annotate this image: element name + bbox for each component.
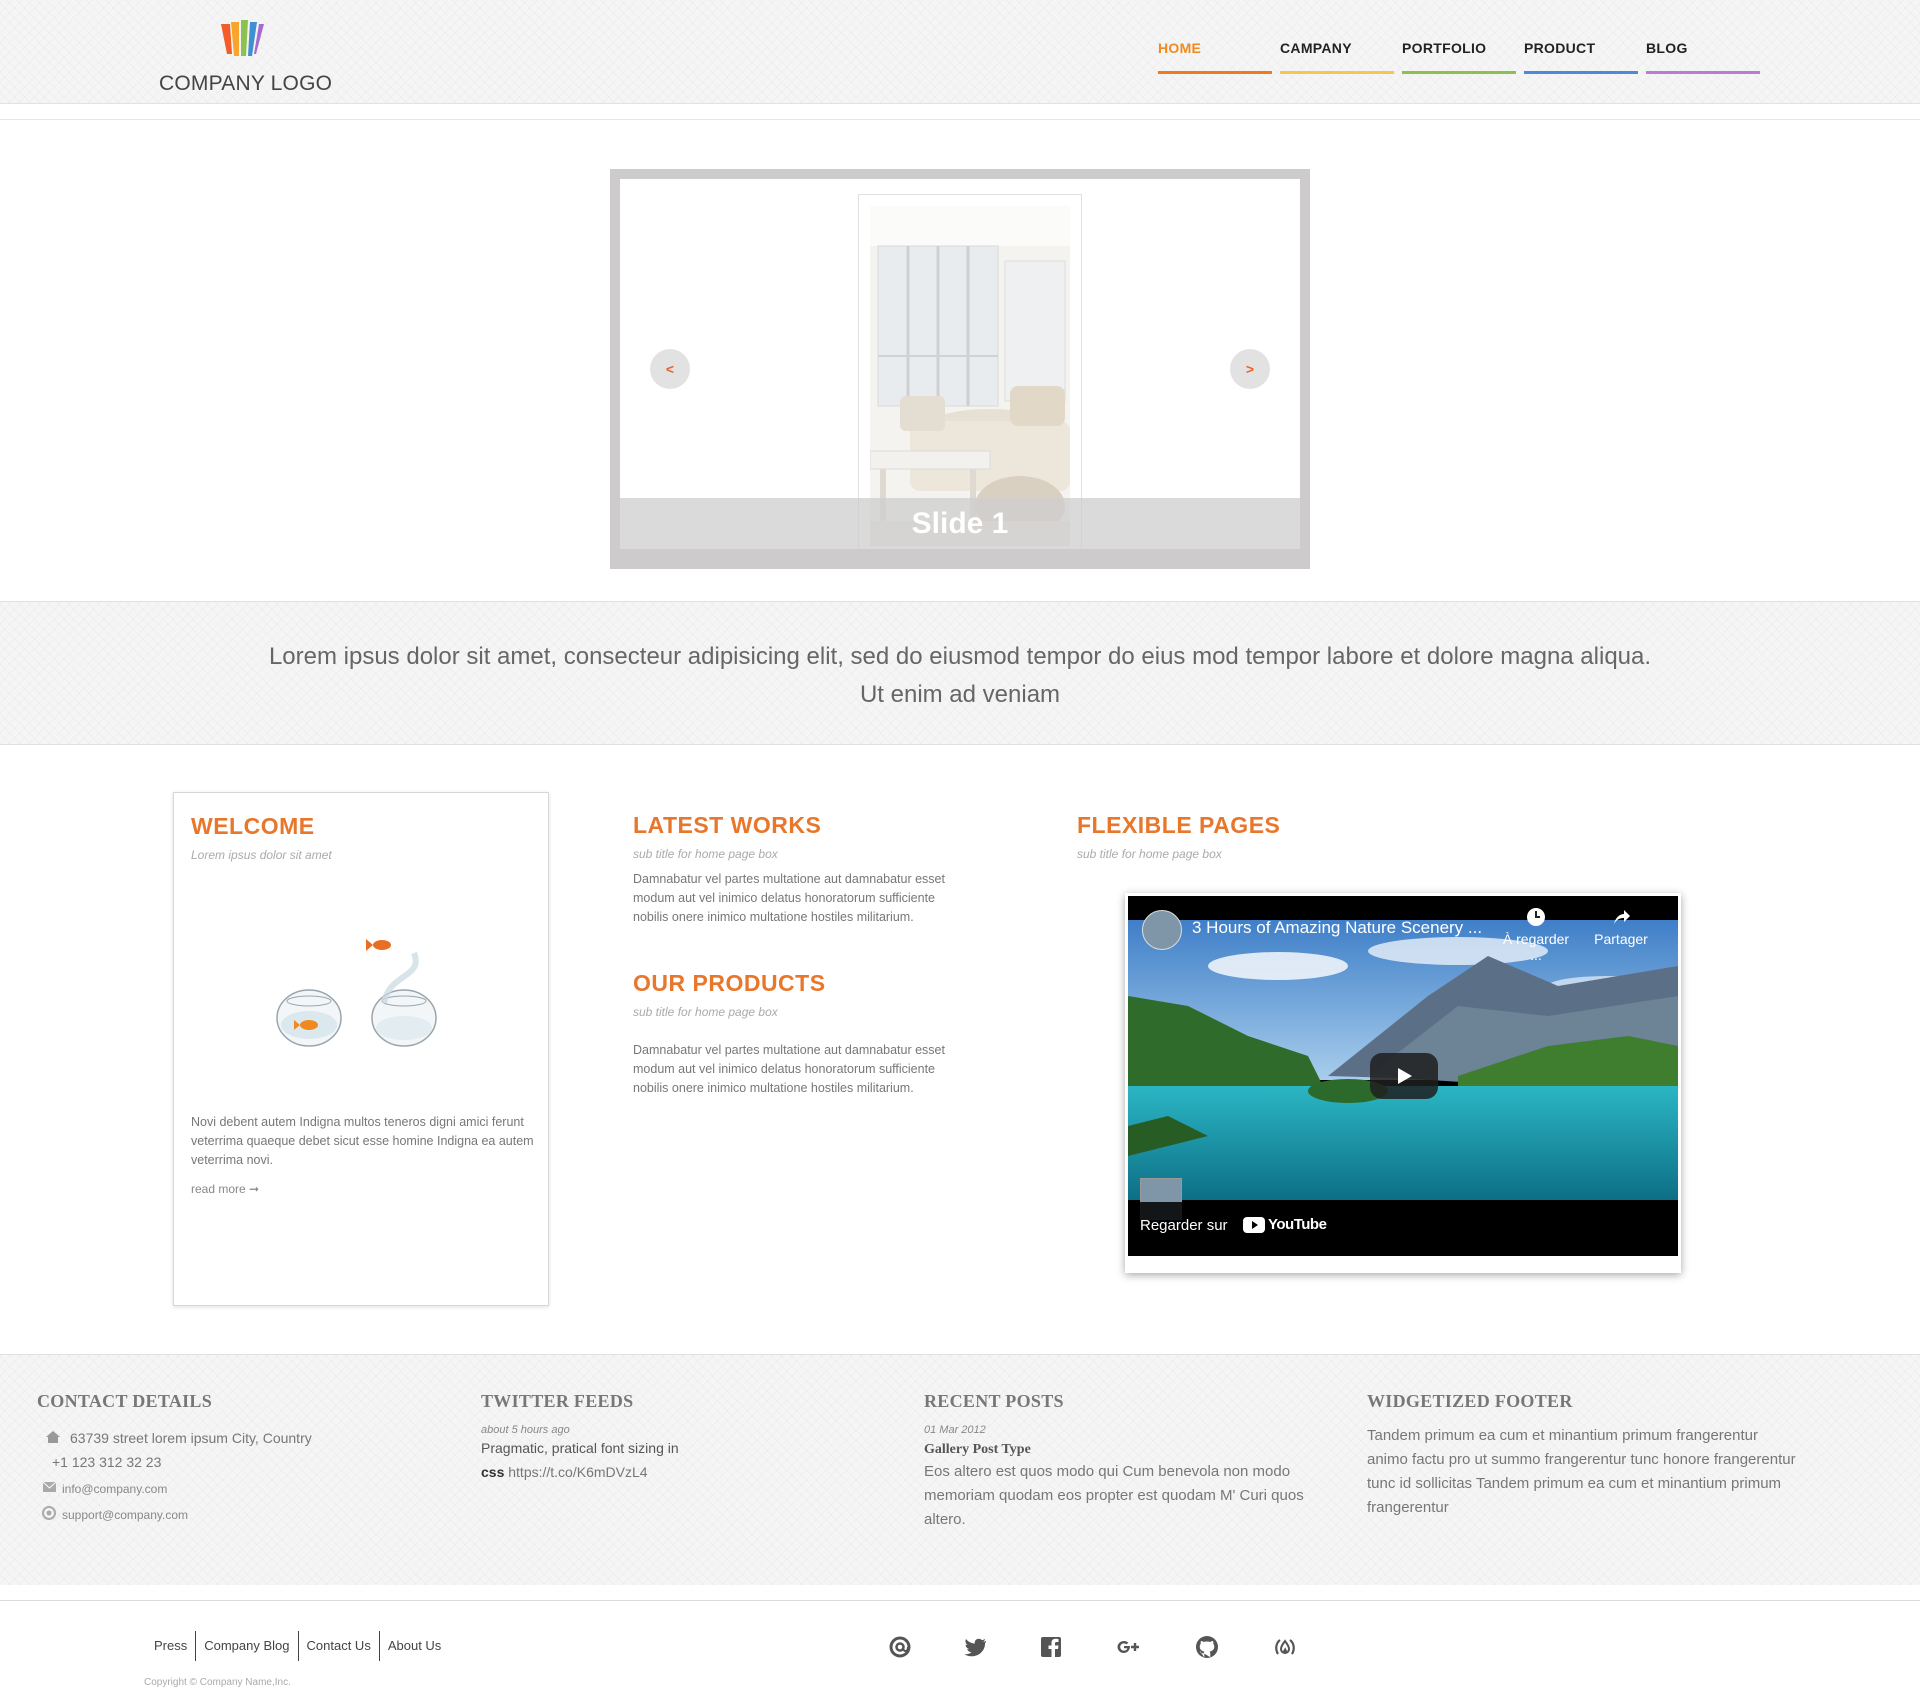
watch-later-label: À regarder ... — [1502, 931, 1570, 963]
image-slider: Slide 1 < > — [610, 169, 1310, 569]
clock-icon — [1527, 908, 1545, 926]
recent-post-date: 01 Mar 2012 — [924, 1424, 986, 1436]
twitter-feeds-column: TWITTER FEEDS about 5 hours ago Pragmati… — [481, 1391, 881, 1484]
youtube-wordmark: YouTube — [1268, 1216, 1327, 1233]
recent-post-body: Eos altero est quos modo qui Cum benevol… — [924, 1463, 1304, 1528]
youtube-video-embed[interactable]: 3 Hours of Amazing Nature Scenery ... À … — [1125, 893, 1681, 1273]
twitter-heading: TWITTER FEEDS — [481, 1391, 634, 1411]
contact-phone: +1 123 312 32 23 — [52, 1454, 162, 1470]
footer-links: Press Company Blog Contact Us About Us — [146, 1631, 449, 1661]
contact-details-column: CONTACT DETAILS 63739 street lorem ipsum… — [37, 1391, 437, 1528]
widgetized-footer-column: WIDGETIZED FOOTER Tandem primum ea cum e… — [1367, 1391, 1797, 1520]
tweet-link[interactable]: https://t.co/K6mDVzL4 — [508, 1464, 647, 1480]
support-row: support@company.com — [37, 1502, 437, 1528]
youtube-logo-icon — [1243, 1217, 1265, 1233]
tweet-bold: css — [481, 1464, 505, 1480]
slide-caption: Slide 1 — [911, 507, 1009, 540]
contact-heading: CONTACT DETAILS — [37, 1391, 213, 1411]
play-icon — [1398, 1068, 1412, 1084]
footer-link-company-blog[interactable]: Company Blog — [196, 1631, 299, 1661]
nav-blog[interactable]: BLOG — [1646, 40, 1760, 71]
copyright-text: Copyright © Company Name,Inc. — [144, 1677, 291, 1688]
nav-underline-blog — [1646, 71, 1760, 74]
intro-line-2: Ut enim ad veniam — [859, 681, 1061, 708]
address-row: 63739 street lorem ipsum City, Country — [37, 1426, 437, 1450]
intro-band: Lorem ipsus dolor sit amet, consecteur a… — [0, 601, 1920, 745]
intro-line-1: Lorem ipsus dolor sit amet, consecteur a… — [268, 643, 1652, 670]
watch-on-label: Regarder sur — [1140, 1217, 1228, 1234]
slide-card[interactable] — [858, 194, 1082, 549]
our-products-subtitle: sub title for home page box — [633, 1005, 778, 1019]
widget-body: Tandem primum ea cum et minantium primum… — [1367, 1427, 1796, 1516]
latest-works-body: Damnabatur vel partes multatione aut dam… — [633, 872, 945, 924]
recent-posts-heading: RECENT POSTS — [924, 1391, 1064, 1411]
main-nav: HOME CAMPANY PORTFOLIO PRODUCT BLOG — [1158, 40, 1768, 71]
facebook-icon[interactable] — [1036, 1632, 1066, 1662]
goldfish-image — [276, 939, 437, 1047]
envelope-icon — [43, 1482, 56, 1492]
support-icon — [42, 1506, 56, 1520]
widget-heading: WIDGETIZED FOOTER — [1367, 1391, 1573, 1411]
logo-text: COMPANY LOGO — [159, 72, 333, 95]
nav-underline-campany — [1280, 71, 1394, 74]
site-header: COMPANY LOGO HOME CAMPANY PORTFOLIO PROD… — [0, 0, 1920, 104]
footer-link-press[interactable]: Press — [146, 1631, 197, 1661]
share-icon — [1614, 910, 1630, 924]
nav-underline-portfolio — [1402, 71, 1516, 74]
tweet-link-row: css https://t.co/K6mDVzL4 — [481, 1460, 881, 1484]
slider-prev-button[interactable]: < — [650, 349, 690, 389]
our-products-title: OUR PRODUCTS — [633, 970, 826, 996]
twitter-icon[interactable] — [961, 1632, 991, 1662]
read-more-link[interactable]: read more ➞ — [191, 1182, 259, 1196]
flexible-pages-title: FLEXIBLE PAGES — [1077, 812, 1281, 838]
our-products-body: Damnabatur vel partes multatione aut dam… — [633, 1043, 945, 1095]
contact-address: 63739 street lorem ipsum City, Country — [70, 1430, 312, 1446]
contact-support[interactable]: support@company.com — [62, 1508, 188, 1522]
nav-underline-product — [1524, 71, 1638, 74]
google-plus-icon[interactable] — [1113, 1632, 1143, 1662]
watch-on-youtube-button[interactable]: Regarder sur YouTube — [1128, 1202, 1327, 1250]
slider-viewport: Slide 1 — [620, 179, 1300, 549]
welcome-body: Novi debent autem Indigna multos teneros… — [191, 1115, 534, 1167]
share-button[interactable]: Partager — [1586, 906, 1656, 947]
play-button[interactable] — [1370, 1053, 1438, 1099]
github-icon[interactable] — [1192, 1632, 1222, 1662]
at-icon[interactable] — [885, 1632, 915, 1662]
feed-icon[interactable] — [1270, 1632, 1300, 1662]
watch-later-button[interactable]: À regarder ... — [1496, 906, 1576, 963]
welcome-subtitle: Lorem ipsus dolor sit amet — [191, 848, 332, 862]
nav-home[interactable]: HOME — [1158, 40, 1272, 71]
header-divider — [0, 119, 1920, 120]
welcome-title: WELCOME — [191, 813, 315, 839]
flexible-pages-subtitle: sub title for home page box — [1077, 847, 1222, 861]
tweet-time: about 5 hours ago — [481, 1424, 570, 1436]
footer-link-contact-us[interactable]: Contact Us — [299, 1631, 380, 1661]
home-icon — [46, 1431, 60, 1443]
recent-post-title[interactable]: Gallery Post Type — [924, 1442, 1334, 1458]
logo-mark-icon — [221, 20, 264, 56]
tweet-text: Pragmatic, pratical font sizing in — [481, 1440, 679, 1456]
slider-next-button[interactable]: > — [1230, 349, 1270, 389]
latest-works-title: LATEST WORKS — [633, 812, 822, 838]
footer-divider — [0, 1600, 1920, 1601]
contact-email[interactable]: info@company.com — [62, 1482, 167, 1496]
video-title[interactable]: 3 Hours of Amazing Nature Scenery ... — [1192, 918, 1482, 938]
slide-photo — [870, 206, 1070, 546]
company-logo[interactable]: COMPANY LOGO — [159, 10, 332, 95]
footer-link-about-us[interactable]: About Us — [380, 1631, 449, 1661]
footer-widgets: CONTACT DETAILS 63739 street lorem ipsum… — [0, 1354, 1920, 1585]
share-label: Partager — [1594, 931, 1648, 947]
nav-product[interactable]: PRODUCT — [1524, 40, 1638, 71]
welcome-box: WELCOME Lorem ipsus dolor sit amet Novi … — [173, 792, 549, 1306]
video-screen[interactable]: 3 Hours of Amazing Nature Scenery ... À … — [1128, 896, 1678, 1256]
nav-underline-home — [1158, 71, 1272, 74]
email-row: info@company.com — [37, 1476, 437, 1502]
channel-avatar[interactable] — [1142, 910, 1182, 950]
latest-works-subtitle: sub title for home page box — [633, 847, 778, 861]
nav-campany[interactable]: CAMPANY — [1280, 40, 1394, 71]
nav-portfolio[interactable]: PORTFOLIO — [1402, 40, 1516, 71]
recent-posts-column: RECENT POSTS 01 Mar 2012 Gallery Post Ty… — [924, 1391, 1334, 1532]
